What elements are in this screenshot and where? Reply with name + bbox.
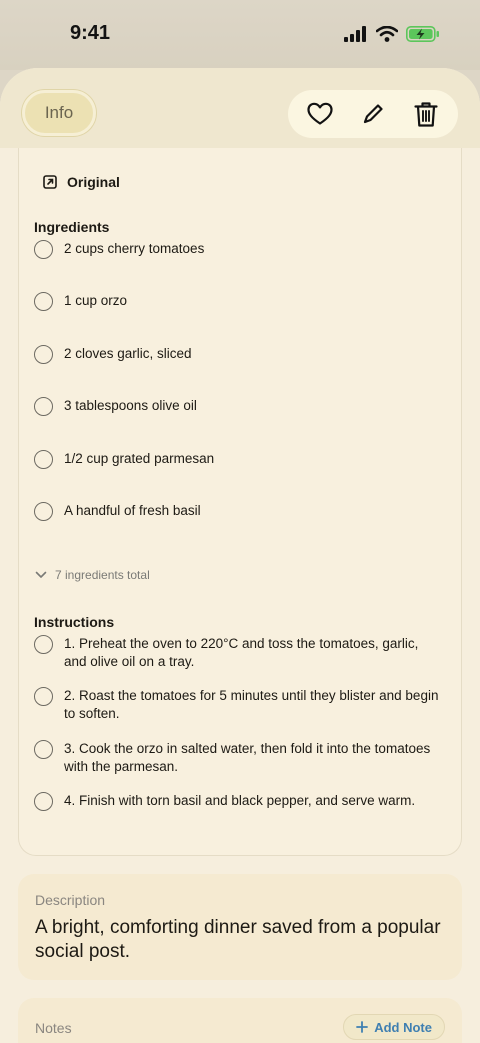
- heart-icon[interactable]: [300, 94, 340, 134]
- ingredient-row[interactable]: 1/2 cup grated parmesan: [34, 450, 444, 469]
- ingredient-text: 1 cup orzo: [64, 293, 128, 308]
- add-note-label: Add Note: [374, 1019, 432, 1035]
- instruction-row[interactable]: 3. Cook the orzo in salted water, then f…: [34, 740, 444, 776]
- instruction-row[interactable]: 2. Roast the tomatoes for 5 minutes unti…: [34, 687, 444, 723]
- cellular-signal-icon: [344, 26, 366, 42]
- wifi-icon: [376, 26, 398, 42]
- ingredients-total-toggle[interactable]: 7 ingredients total: [35, 568, 150, 582]
- ingredient-checkbox[interactable]: [34, 450, 53, 469]
- instruction-checkbox[interactable]: [34, 740, 53, 759]
- ingredient-row[interactable]: 3 tablespoons olive oil: [34, 397, 444, 416]
- instruction-checkbox[interactable]: [34, 792, 53, 811]
- pencil-icon[interactable]: [353, 94, 393, 134]
- instruction-row[interactable]: 1. Preheat the oven to 220°C and toss th…: [34, 635, 444, 671]
- instruction-row[interactable]: 4. Finish with torn basil and black pepp…: [34, 792, 444, 811]
- info-button[interactable]: Info: [22, 90, 96, 136]
- plus-icon: [356, 1021, 369, 1033]
- ingredients-total-label: 7 ingredients total: [55, 568, 150, 582]
- instruction-checkbox[interactable]: [34, 635, 53, 654]
- description-label: Description: [35, 892, 106, 908]
- action-pill: [288, 90, 458, 138]
- trash-icon[interactable]: [406, 94, 446, 134]
- ingredient-text: 2 cloves garlic, sliced: [64, 346, 192, 361]
- ingredient-row[interactable]: 1 cup orzo: [34, 292, 444, 311]
- recipe-sheet: Info Original Ingredients 2 cups cherry …: [0, 68, 480, 1043]
- ingredients-title: Ingredients: [34, 219, 110, 235]
- instruction-text: 4. Finish with torn basil and black pepp…: [64, 793, 416, 808]
- instruction-checkbox[interactable]: [34, 687, 53, 706]
- ingredient-row[interactable]: 2 cups cherry tomatoes: [34, 240, 444, 259]
- instruction-text: 2. Roast the tomatoes for 5 minutes unti…: [64, 688, 439, 721]
- chevron-down-icon: [35, 571, 47, 578]
- description-text: A bright, comforting dinner saved from a…: [35, 917, 441, 962]
- ingredient-text: A handful of fresh basil: [64, 503, 201, 518]
- description-card: Description A bright, comforting dinner …: [18, 874, 462, 980]
- status-time: 9:41: [70, 22, 111, 44]
- ingredient-checkbox[interactable]: [34, 502, 53, 521]
- ingredient-text: 3 tablespoons olive oil: [64, 398, 197, 413]
- external-link-icon: [43, 175, 57, 189]
- battery-charging-icon: [406, 26, 439, 42]
- ingredient-text: 2 cups cherry tomatoes: [64, 241, 205, 256]
- ingredient-checkbox[interactable]: [34, 397, 53, 416]
- instructions-title: Instructions: [34, 614, 115, 630]
- instruction-text: 3. Cook the orzo in salted water, then f…: [64, 741, 431, 774]
- notes-label: Notes: [35, 1020, 72, 1036]
- notes-card: Notes Add Note: [18, 998, 462, 1043]
- original-link[interactable]: Original: [43, 174, 120, 190]
- ingredient-checkbox[interactable]: [34, 345, 53, 364]
- recipe-card: Original Ingredients 2 cups cherry tomat…: [18, 148, 462, 856]
- add-note-button[interactable]: Add Note: [343, 1014, 445, 1040]
- status-icons: [344, 26, 440, 42]
- status-bar: 9:41: [0, 0, 480, 70]
- ingredient-row[interactable]: A handful of fresh basil: [34, 502, 444, 521]
- sheet-header: Info: [0, 68, 480, 148]
- ingredient-checkbox[interactable]: [34, 240, 53, 259]
- original-label: Original: [67, 174, 120, 190]
- instruction-text: 1. Preheat the oven to 220°C and toss th…: [64, 636, 419, 669]
- ingredient-row[interactable]: 2 cloves garlic, sliced: [34, 345, 444, 364]
- ingredient-text: 1/2 cup grated parmesan: [64, 451, 215, 466]
- ingredient-checkbox[interactable]: [34, 292, 53, 311]
